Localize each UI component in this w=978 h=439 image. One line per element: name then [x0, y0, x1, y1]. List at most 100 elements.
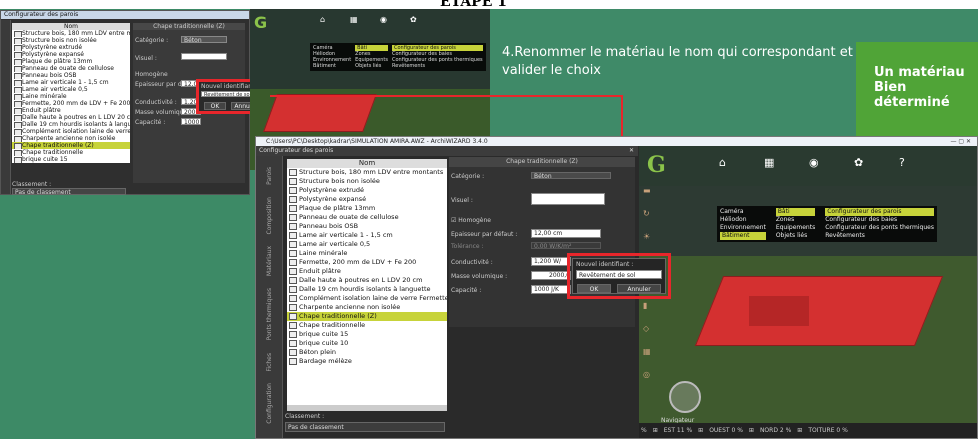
big-list-item[interactable]: Lame air verticale 1 - 1,5 cm — [287, 231, 447, 240]
small-list-item[interactable]: Dalle haute à poutres en L LDV 20 cm — [12, 114, 130, 121]
small-list-item[interactable]: Fermette, 200 mm de LDV + Fe 200 — [12, 100, 130, 107]
small-list-item[interactable]: Panneau bois OSB — [12, 72, 130, 79]
small-eye-icon[interactable]: ◉ — [380, 15, 387, 24]
menu-batiment[interactable]: Bâtiment — [720, 232, 766, 240]
vertical-tab[interactable]: Matériaux — [265, 243, 274, 279]
small-menu-batiment[interactable]: Bâtiment — [313, 63, 351, 69]
small-list-item[interactable]: Complément isolation laine de verre Ferm… — [12, 128, 130, 135]
small-grid-icon[interactable]: ▦ — [350, 15, 358, 24]
small-list-item[interactable]: Chape traditionnelle — [12, 149, 130, 156]
vertical-tab[interactable]: Configuration — [265, 380, 274, 427]
big-list-item[interactable]: Panneau de ouate de cellulose — [287, 213, 447, 222]
vertical-tab[interactable]: Fiches — [265, 350, 274, 375]
tool-zone-icon[interactable]: ◇ — [643, 324, 655, 333]
small-list-item[interactable]: brique cuite 15 — [12, 156, 130, 163]
big-tolerance-input[interactable]: 0,00 W/K/m² — [531, 242, 601, 249]
small-menu-objets[interactable]: Objets liés — [355, 63, 388, 69]
big-list-item[interactable]: Polystyrène extrudé — [287, 186, 447, 195]
big-classement-select[interactable]: Pas de classement — [285, 422, 445, 432]
big-homogene-checkbox[interactable]: ☑ Homogène — [451, 217, 491, 224]
menu-bati[interactable]: Bâti — [775, 208, 816, 216]
big-list-item[interactable]: Plaque de plâtre 13mm — [287, 204, 447, 213]
big-list-item[interactable]: Béton plein — [287, 348, 447, 357]
big-conductivite-input[interactable]: 1,200 W/ — [531, 257, 571, 266]
small-list-item[interactable]: Enduit plâtre — [12, 107, 130, 114]
big-list-item[interactable]: Chape traditionnelle (Z) — [287, 312, 447, 321]
big-list-item[interactable]: brique cuite 10 — [287, 339, 447, 348]
big-3d-viewport[interactable]: G ⌂ ▦ ◉ ✿ ? ▬↻☀▭▯▮◇▦◎ CaméraHéliodonEnvi… — [639, 146, 977, 431]
small-list-item[interactable]: Laine minérale — [12, 93, 130, 100]
small-classement-select[interactable]: Pas de classement — [12, 188, 126, 195]
big-home-icon[interactable]: ⌂ — [719, 156, 726, 169]
big-list-item[interactable]: Structure bois non isolée — [287, 177, 447, 186]
small-visuel-input[interactable] — [181, 53, 227, 60]
small-list-item[interactable]: Lame air verticale 0,5 — [12, 86, 130, 93]
vertical-tab[interactable]: Composition — [265, 194, 274, 237]
tool-grid-icon[interactable]: ▦ — [643, 347, 655, 356]
big-list-item[interactable]: Charpente ancienne non isolée — [287, 303, 447, 312]
big-material-list[interactable]: Nom Structure bois, 180 mm LDV entre mon… — [287, 159, 447, 409]
big-epaisseur-input[interactable]: 12,00 cm — [531, 229, 601, 238]
tool-rotate-icon[interactable]: ↻ — [643, 209, 655, 218]
big-list-item[interactable]: Dalle haute à poutres en L LDV 20 cm — [287, 276, 447, 285]
small-list-item[interactable]: Polystyrène extrudé — [12, 44, 130, 51]
window-controls-icon[interactable]: — ▢ ✕ — [950, 137, 971, 146]
big-list-item[interactable]: Lame air verticale 0,5 — [287, 240, 447, 249]
small-list-item[interactable]: Lame air verticale 1 - 1,5 cm — [12, 79, 130, 86]
big-config-close-icon[interactable]: ✕ — [629, 146, 634, 156]
big-list-item[interactable]: Panneau bois OSB — [287, 222, 447, 231]
big-list-item[interactable]: Dalle 19 cm hourdis isolants à languette — [287, 285, 447, 294]
big-list-item[interactable]: Laine minérale — [287, 249, 447, 258]
menu-heliodon[interactable]: Héliodon — [720, 216, 766, 224]
menu-config-ponts[interactable]: Configurateur des ponts thermiques — [825, 224, 934, 232]
menu-config-parois[interactable]: Configurateur des parois — [825, 208, 934, 216]
big-categorie-select[interactable]: Béton — [531, 172, 611, 179]
big-list-item[interactable]: Bardage mélèze — [287, 357, 447, 366]
big-list-item[interactable]: Complément isolation laine de verre Ferm… — [287, 294, 447, 303]
big-dialog-ok-button[interactable]: OK — [577, 284, 611, 293]
menu-objets-lies[interactable]: Objets liés — [776, 232, 815, 240]
big-list-item[interactable]: Structure bois, 180 mm LDV entre montant… — [287, 168, 447, 177]
small-capacite-input[interactable]: 1000 J/k — [181, 118, 201, 125]
big-list-item[interactable]: Chape traditionnelle — [287, 321, 447, 330]
small-menu-revetements[interactable]: Revêtements — [392, 63, 483, 69]
vertical-tab[interactable]: Parois — [265, 164, 274, 188]
small-dialog-ok-button[interactable]: OK — [204, 102, 226, 110]
tool-door-icon[interactable]: ▮ — [643, 301, 655, 310]
small-list-item[interactable]: Charpente ancienne non isolée — [12, 135, 130, 142]
big-list-item[interactable]: Fermette, 200 mm de LDV + Fe 200 — [287, 258, 447, 267]
small-home-icon[interactable]: ⌂ — [320, 15, 325, 24]
small-gear-icon[interactable]: ✿ — [410, 15, 417, 24]
big-list-scrollbar[interactable] — [287, 405, 447, 411]
big-capacite-input[interactable]: 1000 J/K — [531, 285, 571, 294]
menu-equipements[interactable]: Equipements — [776, 224, 815, 232]
big-list-item[interactable]: Enduit plâtre — [287, 267, 447, 276]
navigator-compass-icon[interactable] — [669, 381, 701, 413]
small-list-item[interactable]: Chape traditionnelle (Z) — [12, 142, 130, 149]
small-list-item[interactable]: Plaque de plâtre 13mm — [12, 58, 130, 65]
tool-sun-icon[interactable]: ☀ — [643, 232, 655, 241]
vertical-tab[interactable]: Ponts thermiques — [265, 285, 274, 343]
tool-select-icon[interactable]: ▬ — [643, 186, 655, 195]
small-list-item[interactable]: Dalle 19 cm hourdis isolants à languette — [12, 121, 130, 128]
big-dialog-input[interactable]: Revêtement de sol — [576, 270, 662, 279]
small-list-item[interactable]: Structure bois, 180 mm LDV entre montant… — [12, 30, 130, 37]
tool-info-icon[interactable]: ◎ — [643, 370, 655, 379]
menu-camera[interactable]: Caméra — [720, 208, 766, 216]
small-material-list[interactable]: Nom Structure bois, 180 mm LDV entre mon… — [12, 23, 130, 163]
big-list-item[interactable]: brique cuite 15 — [287, 330, 447, 339]
small-categorie-select[interactable]: Béton — [181, 36, 227, 43]
big-gear-icon[interactable]: ✿ — [854, 156, 863, 169]
menu-environnement[interactable]: Environnement — [720, 224, 766, 232]
small-context-menu[interactable]: Caméra Héliodon Environnement Bâtiment Bâti… — [310, 43, 486, 71]
big-list-item[interactable]: Polystyrène expansé — [287, 195, 447, 204]
menu-zones[interactable]: Zones — [776, 216, 815, 224]
big-eye-icon[interactable]: ◉ — [809, 156, 819, 169]
big-context-menu[interactable]: Caméra Héliodon Environnement Bâtiment Bâti… — [717, 206, 937, 242]
big-help-icon[interactable]: ? — [899, 156, 905, 169]
big-visuel-input[interactable] — [531, 193, 605, 205]
menu-revetements[interactable]: Revêtements — [825, 232, 934, 240]
small-list-item[interactable]: Polystyrène expansé — [12, 51, 130, 58]
small-list-item[interactable]: Structure bois non isolée — [12, 37, 130, 44]
big-grid-icon[interactable]: ▦ — [764, 156, 774, 169]
